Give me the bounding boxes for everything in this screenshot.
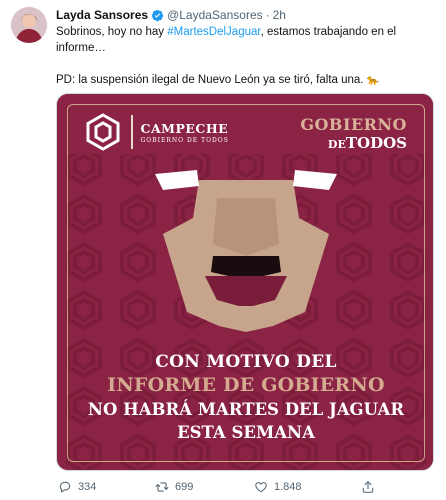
gob-line-2-main: TODOS — [345, 134, 407, 152]
gob-line-2-small: DE — [327, 138, 346, 151]
retweet-count: 699 — [175, 481, 194, 493]
tweet-image[interactable]: CAMPECHE GOBIERNO DE TODOS GOBIERNO DETO… — [56, 93, 434, 471]
author-name[interactable]: Layda Sansores — [56, 8, 148, 22]
reply-icon — [59, 481, 71, 493]
campeche-brand: CAMPECHE GOBIERNO DE TODOS — [83, 112, 229, 152]
tweet-text-part: Sobrinos, hoy no hay — [56, 26, 168, 38]
tweet-text-part: PD: la suspensión ilegal de Nuevo León y… — [56, 74, 367, 86]
tweet-text: Sobrinos, hoy no hay #MartesDelJaguar, e… — [56, 24, 434, 89]
announcement-line-1: CON MOTIVO DEL — [155, 352, 337, 372]
tweet-header: Layda Sansores @LaydaSansores · 2h — [56, 7, 286, 23]
campeche-logo-icon — [86, 113, 120, 151]
like-button[interactable]: 1.848 — [254, 480, 302, 494]
announcement-line-3: NO HABRÁ MARTES DEL JAGUAR — [87, 400, 405, 419]
verified-badge-icon — [151, 9, 164, 21]
share-icon — [362, 481, 374, 493]
tweet-paragraph: Sobrinos, hoy no hay #MartesDelJaguar, e… — [56, 24, 434, 56]
jaguar-emoji: 🐆 — [366, 75, 380, 86]
gob-line-2: DETODOS — [300, 134, 407, 154]
hashtag-link[interactable]: #MartesDelJaguar — [167, 26, 260, 38]
separator-dot: · — [265, 8, 270, 22]
like-count: 1.848 — [274, 481, 302, 493]
timestamp[interactable]: 2h — [273, 8, 286, 22]
author-handle[interactable]: @LaydaSansores — [167, 8, 263, 22]
gobierno-de-todos-logo: GOBIERNO DETODOS — [300, 116, 407, 154]
tweet-paragraph: PD: la suspensión ilegal de Nuevo León y… — [56, 72, 434, 89]
tweet-actions: 334 699 1.848 — [56, 480, 434, 496]
retweet-button[interactable]: 699 — [155, 480, 193, 494]
brand-subtitle: GOBIERNO DE TODOS — [140, 136, 229, 144]
heart-icon — [255, 482, 267, 493]
reply-count: 334 — [78, 481, 97, 493]
share-button[interactable] — [361, 480, 375, 494]
brand-divider — [131, 115, 133, 149]
reply-button[interactable]: 334 — [58, 480, 96, 494]
announcement-line-2: INFORME DE GOBIERNO — [107, 374, 385, 396]
tweet[interactable]: Layda Sansores @LaydaSansores · 2h Sobri… — [0, 0, 446, 500]
brand-text: CAMPECHE GOBIERNO DE TODOS — [141, 121, 229, 144]
announcement-line-4: ESTA SEMANA — [177, 423, 315, 442]
brand-title: CAMPECHE — [140, 120, 229, 136]
retweet-icon — [155, 482, 169, 492]
avatar[interactable] — [11, 7, 47, 43]
gob-line-1: GOBIERNO — [300, 115, 407, 134]
